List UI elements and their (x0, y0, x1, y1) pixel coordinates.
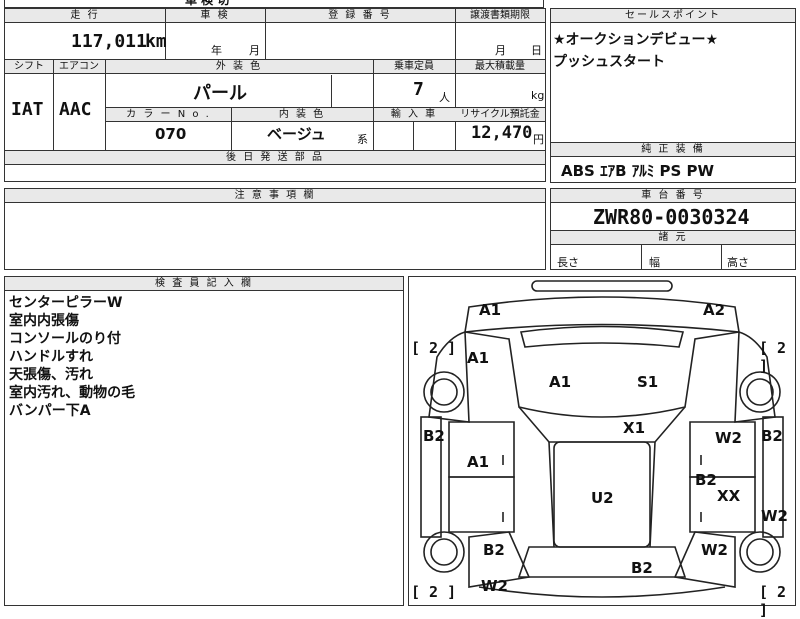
inspector-line-6: 室内汚れ、動物の毛 (9, 385, 136, 401)
specs-header: 諸 元 (551, 231, 795, 245)
recycle-value: 12,470 (471, 123, 533, 143)
inspection-header: 車 検 (165, 9, 265, 23)
inspector-line-4: ハンドルすれ (9, 349, 93, 365)
inspector-line-2: 室内内張傷 (9, 313, 79, 329)
registration-header: 登 録 番 号 (265, 9, 455, 23)
mark-b2-left-side: B2 (423, 427, 445, 445)
sales-point-line-2: プッシュスタート (553, 54, 665, 70)
shift-value: IAT (11, 99, 44, 120)
max-load-unit: kg (531, 89, 545, 102)
mark-s1-hood: S1 (637, 373, 659, 391)
genuine-value: ABS ｴｱB ｱﾙﾐ PS PW (561, 162, 715, 180)
interior-color-value: ベージュ (267, 125, 326, 143)
color-no-header: カ ラ ー N o . (106, 108, 231, 122)
exterior-color-header: 外 装 色 (105, 60, 373, 74)
mark-a1-left-door: A1 (467, 453, 490, 471)
caution-box: 注 意 事 項 欄 (4, 188, 546, 270)
later-parts-header: 後 日 発 送 部 品 (5, 151, 545, 165)
caution-header: 注 意 事 項 欄 (5, 189, 545, 203)
top-strip: 車 検 切 (4, 0, 544, 8)
top-partial-text: 車 検 切 (185, 0, 230, 7)
inspection-month: 月 (249, 44, 260, 57)
mark-b2-right-side: B2 (761, 427, 783, 445)
mark-bracket-bottom-left: [ 2 ] (411, 583, 457, 601)
chassis-header: 車 台 番 号 (551, 189, 795, 203)
car-diagram-box: A1 A2 [ 2 ] [ 2 ] A1 A1 S1 B2 B2 X1 W2 A… (408, 276, 796, 619)
max-load-header: 最大積載量 (455, 60, 545, 74)
transfer-day: 日 (531, 44, 542, 57)
transfer-header: 譲渡書類期限 (455, 9, 545, 23)
mark-b2-trunk: B2 (631, 559, 653, 577)
chassis-box: 車 台 番 号 ZWR80-0030324 諸 元 長さ 幅 高さ (550, 188, 796, 270)
inspector-line-3: コンソールのり付 (9, 331, 121, 347)
mileage-header: 走 行 (5, 9, 165, 23)
interior-color-header: 内 装 色 (231, 108, 373, 122)
mark-a1-hood: A1 (549, 373, 572, 391)
aircon-header: エアコン (53, 60, 105, 74)
sales-points-header: セールスポイント (551, 9, 795, 23)
inspector-line-5: 天張傷、汚れ (9, 367, 93, 383)
inspector-line-1: センターピラーW (9, 295, 123, 311)
chassis-value: ZWR80-0030324 (593, 205, 750, 229)
capacity-value: 7 (413, 79, 424, 100)
inspection-year: 年 (211, 44, 222, 57)
genuine-equipment-box: 純 正 装 備 ABS ｴｱB ｱﾙﾐ PS PW (550, 142, 796, 183)
mark-w2-right-door: W2 (715, 429, 742, 447)
mileage-unit: km (145, 31, 167, 52)
vehicle-info-grid: 走 行 車 検 登 録 番 号 譲渡書類期限 117,011 km 年 月 月 … (4, 8, 546, 182)
recycle-unit: 円 (533, 133, 544, 146)
mark-w2-right-bottom: W2 (701, 541, 728, 559)
inspector-line-7: バンパー下A (9, 403, 91, 419)
recycle-header: リサイクル預託金 (455, 108, 545, 122)
sales-point-line-1: ★オークションデビュー★ (553, 32, 719, 48)
capacity-unit: 人 (439, 91, 450, 104)
inspector-box: 検 査 員 記 入 欄 センターピラーW 室内内張傷 コンソールのり付 ハンドル… (4, 276, 404, 606)
mark-a2-front-right: A2 (703, 301, 726, 319)
genuine-header: 純 正 装 備 (551, 143, 795, 157)
color-no-value: 070 (155, 125, 187, 143)
mark-b2-right-door: B2 (695, 471, 717, 489)
mark-bracket-bottom-right: [ 2 ] (759, 583, 787, 619)
mark-bracket-left: [ 2 ] (411, 339, 457, 357)
import-header: 輸 入 車 (373, 108, 455, 122)
mark-x1-roof: X1 (623, 419, 646, 437)
sales-points-box: セールスポイント ★オークションデビュー★ プッシュスタート (550, 8, 796, 143)
mark-w2-left-bottom: W2 (481, 577, 508, 595)
mark-a1-hood-left: A1 (467, 349, 490, 367)
transfer-month: 月 (495, 44, 506, 57)
exterior-color-value: パール (193, 83, 247, 104)
spec-length: 長さ (557, 256, 579, 269)
mark-u2-roof: U2 (591, 489, 614, 507)
mark-b2-left-rear: B2 (483, 541, 505, 559)
mark-w2-right-rear: W2 (761, 507, 788, 525)
mileage-value: 117,011 (71, 31, 147, 52)
spec-width: 幅 (649, 256, 660, 269)
spec-height: 高さ (727, 256, 749, 269)
mark-xx-right: XX (717, 487, 741, 505)
aircon-value: AAC (59, 99, 92, 120)
mark-bracket-right: [ 2 ] (759, 339, 787, 375)
inspector-header: 検 査 員 記 入 欄 (5, 277, 403, 291)
shift-header: シフト (5, 60, 53, 74)
interior-color-suffix: 系 (357, 133, 368, 146)
capacity-header: 乗車定員 (373, 60, 455, 74)
mark-a1-front-left: A1 (479, 301, 502, 319)
